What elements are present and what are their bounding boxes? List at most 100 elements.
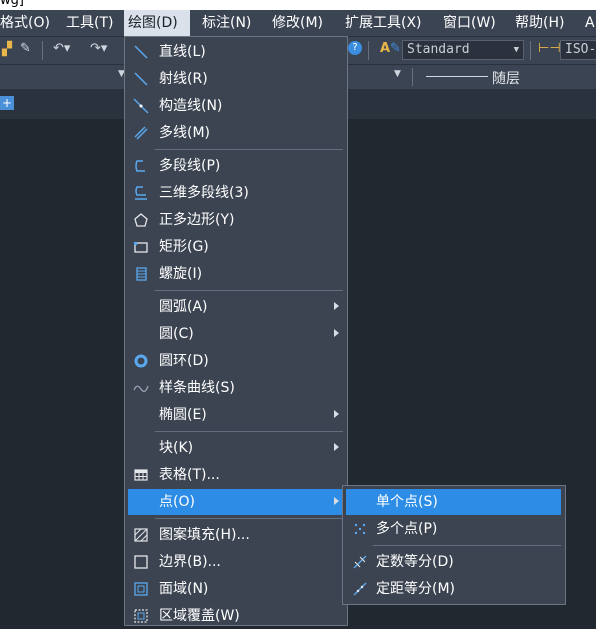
menu-divider [155,518,343,519]
region-icon [134,582,148,596]
text-style-pencil-icon: ✎ [390,41,401,56]
help-icon[interactable]: ? [348,41,362,55]
menu-bar: 格式(O) 工具(T) 绘图(D) 标注(N) 修改(M) 扩展工具(X) 窗口… [0,10,596,36]
linetype-value[interactable]: 随层 [492,68,520,88]
divide-icon [353,555,367,569]
text-style-select[interactable]: Standard ▼ [402,40,524,60]
menu-item-label: 块(K) [159,440,194,456]
toolbar-separator [530,41,531,60]
redo-icon[interactable]: ↷▾ [90,41,107,56]
text-style-value: Standard [407,42,470,57]
chevron-right-icon [334,497,339,505]
menu-item-spline[interactable]: 样条曲线(S) [128,375,345,401]
menu-item-label: 多线(M) [159,125,211,141]
menu-item-multiline[interactable]: 多线(M) [128,120,345,146]
spline-icon [133,385,149,393]
menu-item-arc[interactable]: 圆弧(A) [128,294,345,320]
menu-item-polyline[interactable]: 多段线(P) [128,153,345,179]
menu-item-3d-polyline[interactable]: 三维多段线(3) [128,180,345,206]
brush-icon[interactable]: ✎ [20,41,31,56]
submenu-item-measure[interactable]: 定距等分(M) [346,576,561,602]
menu-item-ellipse[interactable]: 椭圆(E) [128,402,345,428]
donut-icon [134,354,148,368]
draw-menu: 直线(L) 射线(R) 构造线(N) 多线(M) 多段线(P) 三维多段线(3)… [124,36,348,626]
menu-item-label: 三维多段线(3) [159,185,249,201]
chevron-right-icon [334,410,339,418]
chevron-right-icon [334,302,339,310]
menu-item-construction-line[interactable]: 构造线(N) [128,93,345,119]
menu-item-label: 螺旋(I) [159,266,203,282]
submenu-divider [373,545,561,546]
menu-item-table[interactable]: 表格(T)... [128,462,345,488]
menu-item-label: 圆弧(A) [159,299,208,315]
menu-help[interactable]: 帮助(H) [515,10,564,36]
menu-item-label: 圆环(D) [159,353,209,369]
menu-item-label: 边界(B)... [159,554,221,570]
chevron-down-icon: ▼ [513,45,519,55]
menu-item-region[interactable]: 面域(N) [128,576,345,602]
polygon-icon [134,213,148,227]
menu-item-boundary[interactable]: 边界(B)... [128,549,345,575]
dim-style-value: ISO- [565,42,596,57]
submenu-item-multiple-points[interactable]: 多个点(P) [346,516,561,542]
menu-dimension[interactable]: 标注(N) [202,10,251,36]
multiline-icon [134,126,148,140]
rectangle-icon [134,242,148,253]
3d-polyline-icon [135,186,147,200]
submenu-item-label: 多个点(P) [376,521,438,537]
title-fragment: wg] [0,0,24,8]
menu-item-donut[interactable]: 圆环(D) [128,348,345,374]
menu-item-helix[interactable]: 螺旋(I) [128,261,345,287]
menu-item-label: 图案填充(H)... [159,527,250,543]
menu-tools[interactable]: 工具(T) [66,10,113,36]
menu-item-ray[interactable]: 射线(R) [128,66,345,92]
menu-item-label: 样条曲线(S) [159,380,235,396]
submenu-item-divide[interactable]: 定数等分(D) [346,549,561,575]
menu-item-label: 区域覆盖(W) [159,608,240,624]
chevron-right-icon [334,329,339,337]
table-icon [134,469,148,481]
menu-format[interactable]: 格式(O) [0,10,50,36]
menu-item-hatch[interactable]: 图案填充(H)... [128,522,345,548]
menu-item-point[interactable]: 点(O) [128,489,345,515]
text-style-icon: A [380,41,391,56]
menu-item-rectangle[interactable]: 矩形(G) [128,234,345,260]
menu-item-label: 多段线(P) [159,158,221,174]
xline-icon [133,98,149,114]
undo-icon[interactable]: ↶▾ [53,41,70,56]
polyline-icon [135,160,145,172]
ray-icon [134,72,148,86]
menu-draw[interactable]: 绘图(D) [124,10,190,36]
menu-item-circle[interactable]: 圆(C) [128,321,345,347]
menu-divider [155,290,343,291]
submenu-item-label: 单个点(S) [376,494,438,510]
menu-item-polygon[interactable]: 正多边形(Y) [128,207,345,233]
submenu-item-label: 定数等分(D) [376,554,454,570]
menu-modify[interactable]: 修改(M) [272,10,323,36]
menu-item-label: 构造线(N) [159,98,223,114]
menu-extension-tools[interactable]: 扩展工具(X) [345,10,422,36]
dim-style-icon: ⊢⊣ [538,41,561,56]
chevron-down-icon[interactable]: ▼ [394,69,401,79]
menu-item-line[interactable]: 直线(L) [128,39,345,65]
submenu-item-single-point[interactable]: 单个点(S) [346,489,561,515]
measure-icon [353,582,367,596]
menu-item-label: 直线(L) [159,44,206,60]
match-properties-icon[interactable]: ▞ [2,42,12,57]
menu-item-label: 圆(C) [159,326,194,342]
submenu-item-label: 定距等分(M) [376,581,456,597]
menu-item-wipeout[interactable]: 区域覆盖(W) [128,603,345,629]
toolbar-separator [42,41,43,60]
menu-item-block[interactable]: 块(K) [128,435,345,461]
dim-style-select[interactable]: ISO- [560,40,596,60]
line-icon [134,45,148,59]
wipeout-icon [134,609,148,623]
linetype-line [426,76,488,77]
new-tab-icon[interactable]: + [0,96,14,110]
menu-a[interactable]: A [585,10,595,36]
menu-divider [155,431,343,432]
menu-item-label: 表格(T)... [159,467,220,483]
menu-item-label: 矩形(G) [159,239,209,255]
menu-divider [155,149,343,150]
menu-window[interactable]: 窗口(W) [443,10,496,36]
